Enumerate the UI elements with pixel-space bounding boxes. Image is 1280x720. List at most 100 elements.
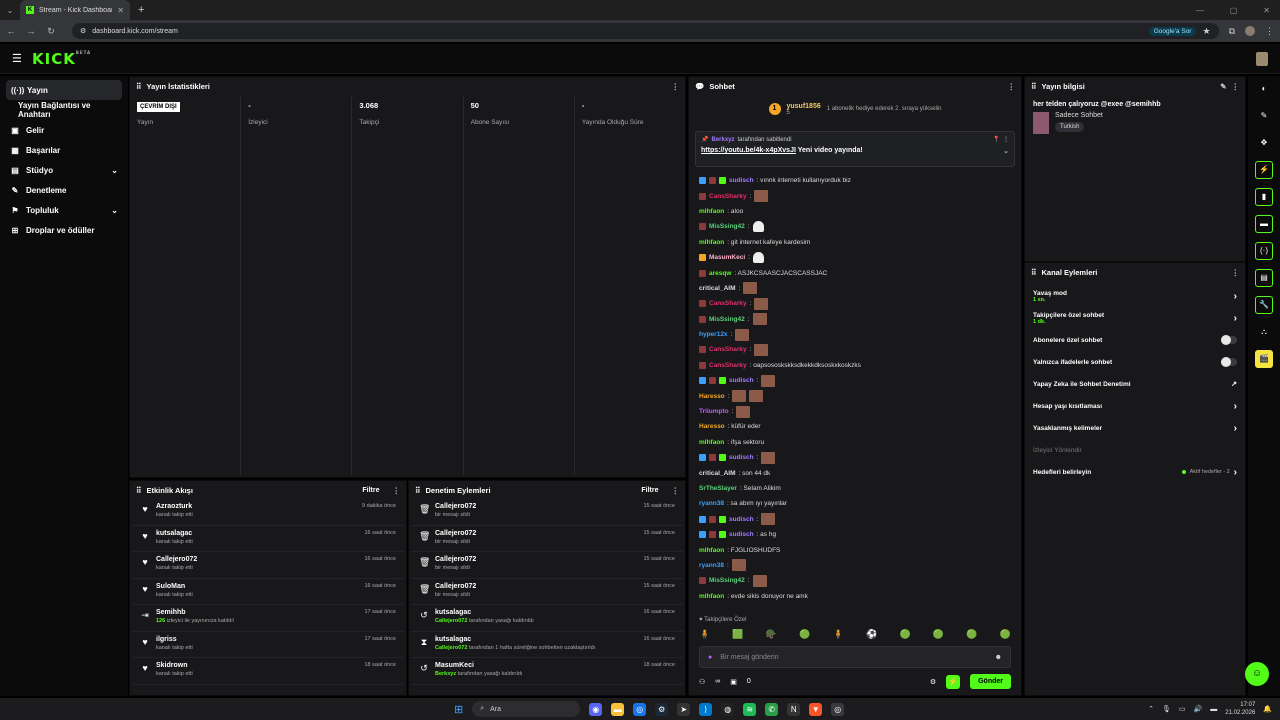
emote-button[interactable]: ⚽: [866, 629, 877, 640]
emote-button[interactable]: 🧍: [699, 629, 710, 640]
chat-username[interactable]: ryann38: [699, 562, 724, 569]
pinned-menu-icon[interactable]: ⋮: [1003, 136, 1009, 143]
sidebar-item-stream-key[interactable]: Yayın Bağlantısı ve Anahtarı: [0, 100, 128, 120]
chat-bubble-icon[interactable]: ▬: [1255, 215, 1273, 233]
bookmark-star-icon[interactable]: ★: [1202, 26, 1210, 37]
activity-item[interactable]: ♥ Callejero072 kanalı takip etti 16 saat ön…: [132, 552, 404, 579]
chat-username[interactable]: sudisch: [729, 531, 754, 538]
chat-username[interactable]: critical_AIM: [699, 470, 736, 477]
panel-menu-icon[interactable]: ⋮: [1008, 82, 1016, 91]
chat-username[interactable]: MasumKeci: [709, 254, 745, 261]
whatsapp-icon[interactable]: ✆: [765, 702, 779, 716]
site-info-icon[interactable]: ⚙: [80, 27, 86, 35]
activity-item[interactable]: ♥ Skidrown kanalı takip etti 18 saat önce: [132, 658, 404, 685]
moderation-item[interactable]: 🗑 Callejero072 bir mesajı sildi 15 saat önc…: [411, 552, 683, 579]
google-sor-button[interactable]: Google'a Sor: [1148, 26, 1197, 36]
drag-icon[interactable]: ✥: [1255, 134, 1273, 152]
chat-username[interactable]: hyper12x: [699, 331, 728, 338]
chat-username[interactable]: mlhfaon: [699, 439, 724, 446]
taskbar-search[interactable]: ⌕ Ara: [472, 701, 581, 717]
chat-username[interactable]: mlhfaon: [699, 547, 724, 554]
filter-button[interactable]: Filtre: [641, 487, 658, 494]
notion-icon[interactable]: N: [787, 702, 801, 716]
chat-username[interactable]: sudisch: [729, 177, 754, 184]
chat-username[interactable]: aresqw: [709, 270, 731, 277]
volume-icon[interactable]: 🔊: [1194, 705, 1203, 713]
emote-button[interactable]: 🟢: [1000, 629, 1011, 640]
browser-tab[interactable]: K Stream - Kick Dashboard ✕: [20, 0, 130, 20]
chat-username[interactable]: Haresso: [699, 423, 725, 430]
chat-username[interactable]: sudisch: [729, 454, 754, 461]
chat-username[interactable]: CansSharky: [709, 362, 747, 369]
lightning-icon[interactable]: ⚡: [1255, 161, 1273, 179]
sidebar-item-basarilar[interactable]: ▦ Başarılar: [0, 140, 128, 160]
sidebar-item-gelir[interactable]: ▣ Gelir: [0, 120, 128, 140]
chevron-down-icon[interactable]: ⌄: [1003, 147, 1009, 155]
unpin-icon[interactable]: 📍: [993, 136, 1000, 143]
chat-username[interactable]: sudisch: [729, 377, 754, 384]
action-control[interactable]: ›: [1234, 291, 1237, 302]
kick-shortcut-icon[interactable]: ⚡: [946, 674, 961, 689]
chat-username[interactable]: sudisch: [729, 516, 754, 523]
vscode-icon[interactable]: ⟩: [699, 702, 713, 716]
activity-item[interactable]: ⇥ Semihhb 126 izleyici ile yayınınıza katı…: [132, 605, 404, 632]
moderation-item[interactable]: ↺ kutsalagac Callejero072 tarafından yasağ…: [411, 605, 683, 632]
chat-username[interactable]: CansSharky: [709, 300, 747, 307]
brave-icon[interactable]: ▼: [809, 702, 823, 716]
chat-username[interactable]: ryann38: [699, 500, 724, 507]
network-icon[interactable]: ▭: [1179, 705, 1186, 713]
bookmark-icon[interactable]: ▮: [1255, 188, 1273, 206]
github-icon[interactable]: ◍: [721, 702, 735, 716]
sidebar-item-topluluk[interactable]: ⚑ Topluluk ⌄: [0, 200, 128, 220]
sidebar-item-yayin[interactable]: ((·)) Yayın: [6, 80, 122, 100]
chat-username[interactable]: MisSsing42: [709, 223, 745, 230]
drag-handle-icon[interactable]: ⠿: [1031, 268, 1037, 277]
action-control[interactable]: [1221, 357, 1237, 367]
chat-username[interactable]: mlhfaon: [699, 593, 724, 600]
action-control[interactable]: ›: [1234, 423, 1237, 434]
moderation-item[interactable]: ⧗ kutsalagac Callejero072 tarafından 1 haf…: [411, 632, 683, 658]
hamburger-menu-icon[interactable]: ☰: [12, 52, 26, 65]
chat-username[interactable]: CansSharky: [709, 193, 747, 200]
channel-action-item[interactable]: Yasaklanmış kelimeler ›: [1025, 417, 1245, 439]
telegram-icon[interactable]: ➤: [677, 702, 691, 716]
chat-username[interactable]: SrTheSlayer: [699, 485, 737, 492]
panel-menu-icon[interactable]: ⋮: [393, 486, 401, 495]
clock[interactable]: 17:07 21.02.2026: [1225, 701, 1255, 717]
emote-button[interactable]: 🟢: [966, 629, 977, 640]
channel-action-item[interactable]: Yavaş mod 1 sn. ›: [1025, 285, 1245, 307]
action-control[interactable]: Aktif hedefler - 2 ›: [1181, 467, 1237, 478]
dark-mode-icon[interactable]: ◐: [1255, 80, 1273, 98]
maximize-icon[interactable]: ▢: [1230, 6, 1238, 15]
activity-item[interactable]: ♥ Azraozturk kanalı takip etti 9 dakika önc…: [132, 499, 404, 526]
extensions-icon[interactable]: ⧉: [1229, 26, 1235, 37]
user-avatar[interactable]: [1256, 51, 1268, 66]
moderation-item[interactable]: 🗑 Callejero072 bir mesajı sildi 15 saat önc…: [411, 526, 683, 552]
users-icon[interactable]: ⚇: [699, 678, 705, 686]
drag-handle-icon[interactable]: ⠿: [415, 486, 421, 495]
sidebar-item-droplar[interactable]: ⊞ Droplar ve ödüller: [0, 220, 128, 240]
mic-tray-icon[interactable]: 🎙: [1162, 705, 1171, 713]
emoji-icon[interactable]: ☻: [995, 654, 1002, 661]
broadcast-icon[interactable]: (·): [1255, 242, 1273, 260]
browser-menu-icon[interactable]: ⋮: [1265, 26, 1274, 37]
channel-action-item[interactable]: Yalnızca ifadelerle sohbet: [1025, 351, 1245, 373]
chrome-active-icon[interactable]: ◎: [831, 702, 845, 716]
toggle-switch[interactable]: [1221, 335, 1237, 345]
moderation-item[interactable]: 🗑 Callejero072 bir mesajı sildi 15 saat önc…: [411, 499, 683, 526]
chat-username[interactable]: mlhfaon: [699, 208, 724, 215]
wrench-icon[interactable]: 🔧: [1255, 296, 1273, 314]
minimize-icon[interactable]: —: [1196, 6, 1204, 15]
chat-username[interactable]: CansSharky: [709, 346, 747, 353]
notification-icon[interactable]: 🔔: [1263, 705, 1272, 713]
send-button[interactable]: Gönder: [970, 674, 1011, 689]
chat-username[interactable]: critical_AIM: [699, 285, 736, 292]
action-control[interactable]: ›: [1234, 313, 1237, 324]
profile-avatar[interactable]: [1245, 26, 1255, 36]
activity-item[interactable]: ♥ ilgriss kanalı takip etti 17 saat önce: [132, 632, 404, 658]
panel-menu-icon[interactable]: ⋮: [672, 82, 680, 91]
panel-menu-icon[interactable]: ⋮: [1232, 268, 1240, 277]
chat-username[interactable]: MisSsing42: [709, 316, 745, 323]
windows-start-icon[interactable]: ⊞: [454, 703, 463, 716]
new-tab-icon[interactable]: +: [138, 4, 144, 16]
